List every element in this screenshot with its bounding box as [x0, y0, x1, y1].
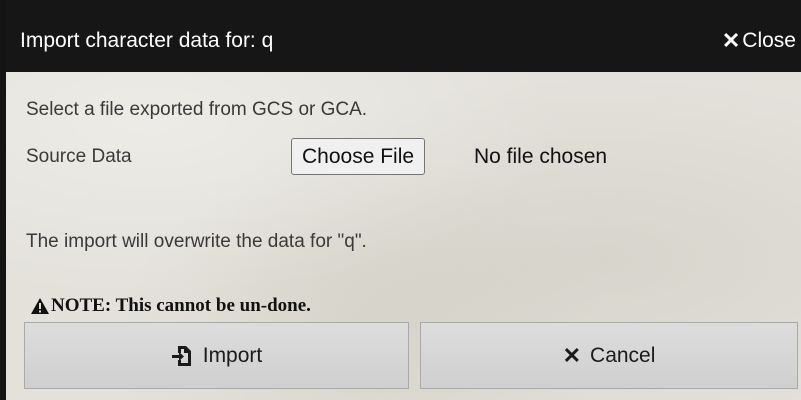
note-warning: NOTE: This cannot be un-done.: [30, 294, 311, 318]
instruction-text: Select a file exported from GCS or GCA.: [26, 99, 368, 120]
close-label: Close: [742, 29, 796, 52]
cancel-x-icon: ✕: [562, 342, 582, 368]
dialog-titlebar: Import character data for: q ✕ Close: [6, 0, 801, 72]
import-label: Import: [202, 343, 263, 367]
note-text: NOTE: This cannot be un-done.: [51, 295, 311, 316]
file-import-icon: [171, 345, 193, 367]
source-data-label: Source Data: [26, 146, 132, 167]
no-file-chosen-text: No file chosen: [474, 145, 608, 168]
dialog-title: Import character data for: q: [20, 29, 274, 52]
close-button[interactable]: ✕ Close: [722, 28, 796, 54]
import-button[interactable]: Import: [24, 322, 409, 389]
cancel-button[interactable]: ✕ Cancel: [420, 322, 798, 389]
choose-file-button[interactable]: Choose File: [291, 138, 426, 175]
overwrite-warning-text: The import will overwrite the data for "…: [26, 231, 367, 252]
close-x-icon: ✕: [721, 28, 741, 53]
import-dialog: Import character data for: q ✕ Close Sel…: [0, 0, 801, 400]
warning-icon: [31, 298, 49, 314]
cancel-label: Cancel: [590, 343, 656, 367]
